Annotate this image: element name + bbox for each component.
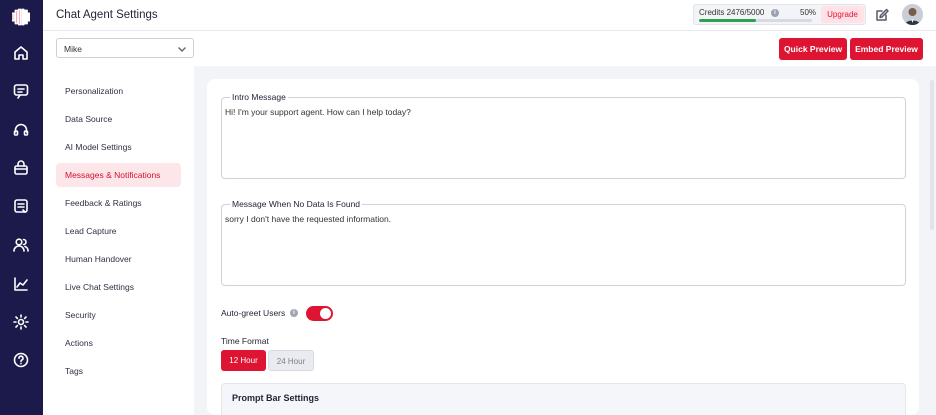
auto-greet-toggle[interactable]: [306, 306, 333, 321]
upgrade-button[interactable]: Upgrade: [821, 6, 864, 23]
prompt-bar-settings-title: Prompt Bar Settings: [232, 393, 320, 403]
credits-info-icon[interactable]: i: [771, 8, 779, 17]
scrollbar[interactable]: [930, 80, 934, 230]
intro-message-value: Hi! I'm your support agent. How can I he…: [225, 107, 411, 117]
analytics-icon[interactable]: [12, 275, 30, 293]
credits-progress-fill: [699, 19, 756, 22]
sidenav-item-live-chat-settings[interactable]: Live Chat Settings: [56, 275, 181, 299]
credits-label: Credits 2476/5000: [699, 8, 765, 17]
auto-greet-label: Auto-greet Users: [221, 308, 286, 318]
sidenav-item-security[interactable]: Security: [56, 303, 181, 327]
gear-icon[interactable]: [12, 313, 30, 331]
sidenav-item-actions[interactable]: Actions: [56, 331, 181, 355]
agent-select-value: Mike: [64, 44, 82, 54]
sidenav-item-personalization[interactable]: Personalization: [56, 79, 181, 103]
brand-logo-icon[interactable]: [11, 8, 31, 26]
sidenav-item-lead-capture[interactable]: Lead Capture: [56, 219, 181, 243]
time-format-12-hour-button[interactable]: 12 Hour: [221, 350, 266, 371]
top-header: Chat Agent Settings Credits 2476/5000 i …: [43, 0, 936, 31]
chat-icon[interactable]: [12, 82, 30, 100]
quick-preview-button[interactable]: Quick Preview: [779, 38, 847, 60]
credits-progress-bar: [699, 19, 812, 22]
time-format-label: Time Format: [221, 336, 269, 346]
no-data-message-label: Message When No Data Is Found: [230, 199, 363, 209]
sidenav-item-feedback-ratings[interactable]: Feedback & Ratings: [56, 191, 181, 215]
left-rail: [0, 0, 43, 415]
intro-message-label: Intro Message: [230, 92, 288, 102]
intro-message-field[interactable]: Intro Message Hi! I'm your support agent…: [221, 92, 906, 179]
no-data-message-field[interactable]: Message When No Data Is Found sorry I do…: [221, 199, 906, 286]
no-data-message-value: sorry I don't have the requested informa…: [225, 214, 392, 224]
sidenav-item-tags[interactable]: Tags: [56, 359, 181, 383]
sidenav-item-data-source[interactable]: Data Source: [56, 107, 181, 131]
time-format-24-hour-button[interactable]: 24 Hour: [268, 350, 314, 371]
users-icon[interactable]: [12, 236, 30, 254]
inbox-icon[interactable]: [12, 197, 30, 215]
toggle-knob: [320, 308, 331, 319]
agent-select[interactable]: Mike: [56, 38, 194, 58]
headset-icon[interactable]: [12, 121, 30, 139]
help-icon[interactable]: [12, 351, 30, 369]
credits-percent: 50%: [800, 8, 817, 17]
home-icon[interactable]: [12, 44, 30, 62]
chevron-down-icon: [177, 44, 187, 54]
sidenav-item-ai-model-settings[interactable]: AI Model Settings: [56, 135, 181, 159]
edit-icon[interactable]: [874, 7, 890, 23]
avatar[interactable]: [902, 4, 923, 25]
bag-icon[interactable]: [12, 159, 30, 177]
page-title: Chat Agent Settings: [56, 9, 158, 21]
sidenav-item-human-handover[interactable]: Human Handover: [56, 247, 181, 271]
auto-greet-info-icon[interactable]: i: [290, 309, 298, 317]
embed-preview-button[interactable]: Embed Preview: [850, 38, 923, 60]
prompt-bar-settings-section[interactable]: Prompt Bar Settings: [221, 383, 906, 415]
sidenav-item-messages-notifications[interactable]: Messages & Notifications: [56, 163, 181, 187]
credits-widget: Credits 2476/5000 i 50% Upgrade: [693, 4, 866, 25]
